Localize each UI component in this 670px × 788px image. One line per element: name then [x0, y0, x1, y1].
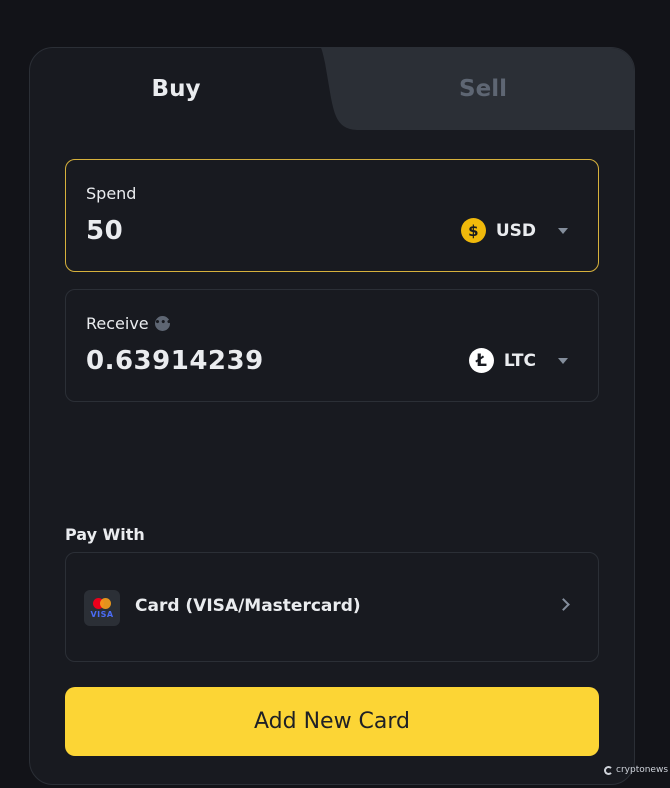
dollar-coin-icon: $ — [460, 218, 486, 243]
spend-currency-code: USD — [495, 220, 536, 241]
pay-with-label: Pay With — [65, 525, 145, 544]
receive-field[interactable]: Receive ••• 0.63914239 Ł LTC — [65, 289, 599, 402]
spend-label: Spend — [86, 184, 136, 203]
trade-panel: Buy Sell Spend 50 $ USD Receive ••• 0.63… — [29, 47, 635, 785]
spend-field[interactable]: Spend 50 $ USD — [65, 159, 599, 272]
receive-currency-code: LTC — [503, 350, 536, 371]
cryptonews-logo-icon — [604, 765, 613, 775]
spend-label-text: Spend — [86, 184, 137, 203]
receive-label: Receive ••• — [86, 314, 172, 333]
spend-currency-select[interactable]: $ USD — [460, 218, 568, 243]
caret-down-icon — [558, 357, 568, 364]
spend-amount-input[interactable]: 50 — [86, 216, 386, 246]
mastercard-icon — [93, 597, 111, 609]
tab-buy[interactable]: Buy — [30, 48, 322, 130]
add-new-card-button[interactable]: Add New Card — [65, 687, 599, 756]
tab-sell[interactable]: Sell — [330, 48, 634, 130]
litecoin-icon: Ł — [468, 348, 494, 373]
receive-label-text: Receive — [86, 314, 149, 333]
watermark: cryptonews — [604, 765, 668, 775]
visa-icon: VISA — [90, 609, 114, 619]
watermark-text: cryptonews — [616, 765, 669, 775]
caret-down-icon — [558, 227, 568, 234]
payment-method-card[interactable]: VISA Card (VISA/Mastercard) — [65, 552, 599, 662]
payment-method-label: Card (VISA/Mastercard) — [135, 596, 361, 616]
chevron-right-icon — [557, 598, 570, 611]
info-icon[interactable]: ••• — [154, 316, 172, 331]
receive-currency-select[interactable]: Ł LTC — [468, 348, 568, 373]
receive-amount-input[interactable]: 0.63914239 — [86, 346, 386, 376]
buy-sell-tabs: Buy Sell — [30, 48, 634, 130]
card-brand-icon: VISA — [84, 590, 120, 626]
